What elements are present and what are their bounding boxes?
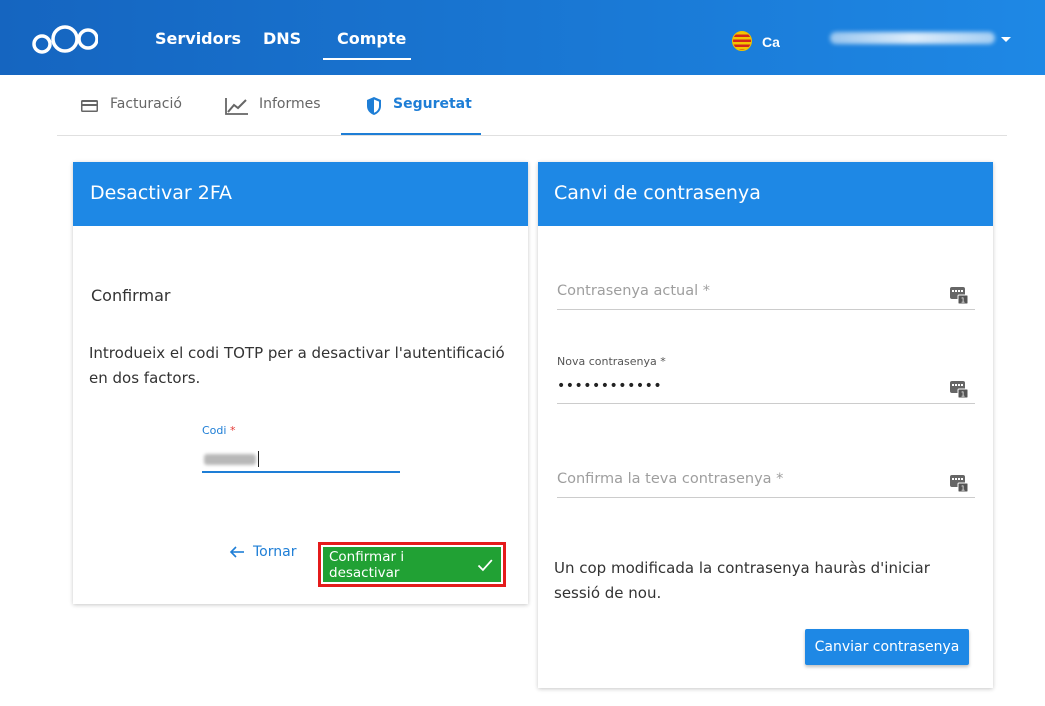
card-title: Canvi de contrasenya [554, 182, 761, 204]
confirm-password-input[interactable] [557, 472, 975, 498]
confirm-heading: Confirmar [91, 286, 171, 305]
tab-label: Facturació [110, 96, 182, 112]
new-password-label: Nova contrasenya * [557, 355, 666, 368]
card-title: Desactivar 2FA [90, 182, 233, 204]
card-header: Canvi de contrasenya [538, 162, 993, 226]
arrow-left-icon [229, 546, 244, 558]
caret-down-icon[interactable] [1001, 37, 1011, 42]
back-label: Tornar [253, 544, 297, 560]
tab-facturacio[interactable]: Facturació [80, 96, 182, 135]
top-header: Servidors DNS Compte Ca [0, 0, 1045, 75]
tab-label: Seguretat [393, 96, 472, 112]
logo-icon[interactable] [32, 24, 98, 54]
confirm-disable-button-highlight: Confirmar i desactivar [318, 542, 506, 587]
nav-dns[interactable]: DNS [263, 29, 301, 48]
code-label-text: Codi [202, 424, 227, 437]
check-icon [478, 558, 493, 571]
svg-text:1: 1 [961, 485, 965, 493]
totp-description: Introdueix el codi TOTP per a desactivar… [89, 344, 505, 387]
user-menu[interactable] [830, 32, 995, 44]
text-caret [258, 451, 259, 467]
tab-informes[interactable]: Informes [225, 96, 321, 135]
confirm-disable-label: Confirmar i desactivar [329, 548, 405, 581]
required-mark: * [229, 424, 236, 437]
tab-seguretat[interactable]: Seguretat [365, 96, 472, 135]
language-label[interactable]: Ca [762, 34, 780, 50]
code-value-redacted [204, 454, 256, 465]
nav-compte[interactable]: Compte [337, 29, 406, 48]
nav-servidors[interactable]: Servidors [155, 29, 241, 48]
card-header: Desactivar 2FA [73, 162, 528, 226]
code-label: Codi * [202, 424, 235, 437]
catalan-flag-icon[interactable] [732, 31, 752, 51]
keyboard-icon[interactable]: 1 [950, 474, 968, 492]
shield-icon [367, 97, 381, 115]
tabs-divider [57, 135, 1007, 136]
disable-2fa-card: Desactivar 2FA Confirmar Introdueix el c… [73, 162, 528, 604]
svg-text:1: 1 [961, 297, 965, 305]
keyboard-icon[interactable]: 1 [950, 380, 968, 398]
nav-active-indicator [323, 58, 411, 60]
tab-label: Informes [259, 96, 321, 112]
credit-card-icon [81, 100, 98, 112]
change-password-button[interactable]: Canviar contrasenya [805, 629, 969, 665]
chart-line-icon [225, 98, 248, 115]
change-password-card: Canvi de contrasenya Contrasenya actual … [538, 162, 993, 688]
svg-text:1: 1 [961, 391, 965, 399]
password-info-text: Un cop modificada la contrasenya hauràs … [554, 559, 930, 602]
confirm-disable-button[interactable]: Confirmar i desactivar [323, 547, 501, 582]
keyboard-icon[interactable]: 1 [950, 286, 968, 304]
back-button[interactable]: Tornar [229, 544, 296, 560]
current-password-input[interactable] [557, 284, 975, 310]
new-password-input[interactable] [557, 378, 975, 404]
